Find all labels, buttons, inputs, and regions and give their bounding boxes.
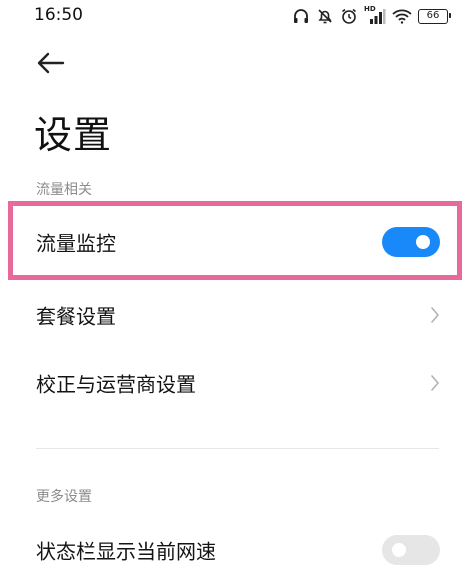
status-icons: HD 66 bbox=[292, 4, 451, 28]
setting-row-plan[interactable]: 套餐设置 bbox=[0, 285, 474, 345]
arrow-left-icon bbox=[37, 52, 65, 74]
traffic-monitor-toggle[interactable] bbox=[382, 227, 440, 257]
chevron-right-icon bbox=[431, 307, 439, 323]
toggle-knob bbox=[392, 543, 406, 557]
toggle-knob bbox=[416, 235, 430, 249]
status-bar-speed-toggle[interactable] bbox=[382, 535, 440, 565]
battery-icon: 66 bbox=[418, 8, 451, 24]
alarm-icon bbox=[340, 7, 358, 25]
headset-icon bbox=[292, 7, 310, 25]
hd-signal-icon: HD bbox=[364, 5, 386, 25]
setting-label: 套餐设置 bbox=[36, 304, 116, 329]
setting-row-status-bar-speed[interactable]: 状态栏显示当前网速 bbox=[0, 520, 474, 580]
setting-label: 状态栏显示当前网速 bbox=[36, 539, 216, 564]
section-header-traffic: 流量相关 bbox=[36, 182, 92, 198]
setting-label: 校正与运营商设置 bbox=[36, 372, 196, 397]
setting-row-traffic-monitor[interactable]: 流量监控 bbox=[0, 212, 474, 272]
setting-label: 流量监控 bbox=[36, 231, 116, 256]
setting-row-carrier[interactable]: 校正与运营商设置 bbox=[0, 353, 474, 413]
status-time: 16:50 bbox=[34, 5, 83, 25]
divider bbox=[36, 448, 439, 449]
mute-icon bbox=[316, 7, 334, 25]
wifi-icon bbox=[392, 8, 412, 24]
page-title: 设置 bbox=[34, 113, 113, 157]
chevron-right-icon bbox=[431, 375, 439, 391]
section-header-more: 更多设置 bbox=[36, 489, 92, 505]
status-bar: 16:50 HD 66 bbox=[0, 0, 474, 32]
back-button[interactable] bbox=[36, 50, 66, 76]
